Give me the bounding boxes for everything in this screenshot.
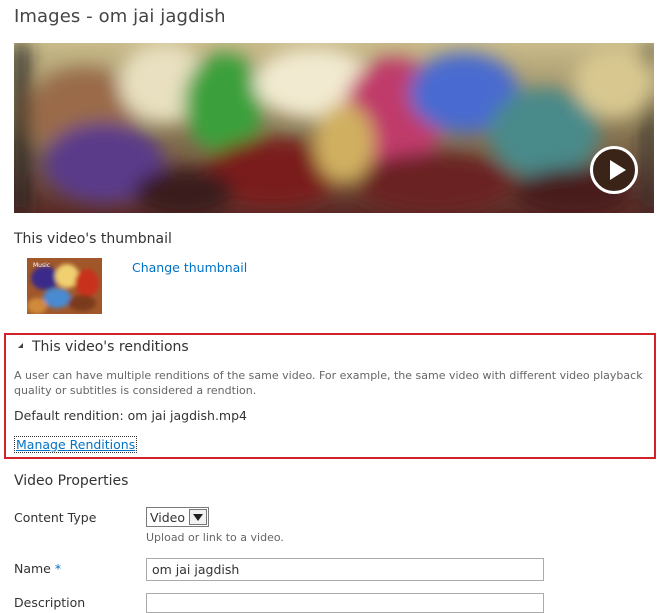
video-player[interactable] <box>14 43 654 213</box>
renditions-expander[interactable]: This video's renditions <box>18 339 189 355</box>
description-label: Description <box>14 595 86 610</box>
name-label-text: Name <box>14 561 51 576</box>
renditions-description: A user can have multiple renditions of t… <box>14 369 643 397</box>
video-frame <box>14 43 654 213</box>
manage-renditions-link[interactable]: Manage Renditions <box>14 436 138 453</box>
name-label: Name * <box>14 561 61 576</box>
content-type-label: Content Type <box>14 510 97 525</box>
thumbnail-heading: This video's thumbnail <box>14 231 172 247</box>
content-type-select[interactable]: Video <box>146 507 210 527</box>
play-icon[interactable] <box>590 146 638 194</box>
triangle-expanded-icon[interactable] <box>18 343 23 348</box>
chevron-down-icon[interactable] <box>189 509 208 525</box>
page-title: Images - om jai jagdish <box>14 6 226 27</box>
description-input[interactable] <box>146 593 544 613</box>
content-type-hint: Upload or link to a video. <box>146 531 284 544</box>
change-thumbnail-link[interactable]: Change thumbnail <box>132 260 247 275</box>
content-type-value: Video <box>150 509 186 525</box>
thumbnail-caption: Music <box>33 262 50 269</box>
required-star: * <box>54 561 62 576</box>
name-input[interactable]: om jai jagdish <box>146 558 544 581</box>
video-thumbnail-image: Music <box>27 258 102 314</box>
renditions-section: This video's renditions A user can have … <box>4 333 656 459</box>
renditions-heading: This video's renditions <box>32 339 189 355</box>
default-rendition-text: Default rendition: om jai jagdish.mp4 <box>14 408 247 423</box>
video-properties-heading: Video Properties <box>14 473 129 489</box>
thumbnail-picture: Music <box>27 258 102 314</box>
